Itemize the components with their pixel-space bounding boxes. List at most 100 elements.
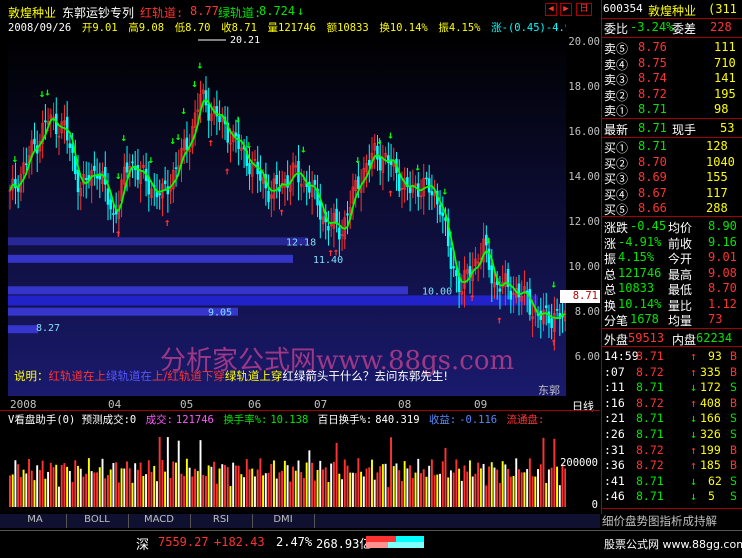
ohlc-low: 低8.70 xyxy=(174,22,211,34)
stat-value: 8.90 xyxy=(708,219,737,233)
price-tick: 8.00 xyxy=(574,306,600,318)
volume-bar xyxy=(169,478,172,507)
volume-bar xyxy=(349,472,352,507)
candle-body xyxy=(207,104,210,121)
volume-bar xyxy=(161,460,164,507)
vol-deal-value: 121746 xyxy=(175,414,214,426)
up-arrow-icon: ↑ xyxy=(690,364,697,379)
ohlc-amplitude: 振4.15% xyxy=(438,22,481,34)
volume-bar xyxy=(556,466,559,507)
volume-chart[interactable] xyxy=(8,427,566,507)
vol-turnover-label: 换手率%: xyxy=(223,414,268,426)
candle-body xyxy=(319,200,322,220)
price-tick: 18.00 xyxy=(568,81,600,93)
bid-volume: 1040 xyxy=(706,154,735,169)
period-label[interactable]: 日线 xyxy=(566,398,600,413)
last-price: 8.71 xyxy=(638,121,667,135)
tab-ma[interactable]: MA xyxy=(4,514,67,528)
tab-rsi[interactable]: RSI xyxy=(190,514,253,528)
tab-dmi[interactable]: DMI xyxy=(252,514,315,528)
quote-row: 换 10.14% 量比 1.12 xyxy=(602,297,742,313)
bid-volume: 128 xyxy=(706,139,728,153)
volume-bar xyxy=(330,463,333,507)
tab-macd[interactable]: MACD xyxy=(128,514,191,528)
candle-body xyxy=(367,159,371,166)
tick-price: 8.72 xyxy=(636,364,664,379)
volume-bar xyxy=(335,442,338,507)
ohlc-change: 涨-(0.45)-4.9 xyxy=(491,22,566,34)
candle-body xyxy=(430,191,434,196)
candle-body xyxy=(174,167,178,169)
volume-bar xyxy=(145,474,148,507)
volume-bar xyxy=(57,486,60,507)
volume-bar xyxy=(357,458,360,507)
buy-signal-arrow: ↓ xyxy=(387,129,394,142)
volume-bar xyxy=(477,462,480,507)
tick-time: :36 xyxy=(604,458,625,473)
volume-bar xyxy=(520,472,523,507)
volume-bar xyxy=(294,470,297,507)
buy-signal-arrow: ↓ xyxy=(376,134,383,147)
candle-body xyxy=(544,305,548,308)
volume-bar xyxy=(142,475,145,507)
stat-value: 121746 xyxy=(618,265,662,280)
hand-label: 现手 xyxy=(672,123,697,137)
volume-bar xyxy=(504,464,507,507)
volume-bar xyxy=(52,467,55,507)
tab-boll[interactable]: BOLL xyxy=(66,514,129,528)
volume-bar xyxy=(319,460,322,507)
candle-body xyxy=(237,134,240,150)
stat-value: 10833 xyxy=(618,281,655,295)
volume-bar xyxy=(251,468,254,507)
indicator-name[interactable]: 东郭运钞专列 xyxy=(62,4,134,21)
candle-body xyxy=(397,173,401,192)
candle-body xyxy=(93,165,96,171)
hand-value: 53 xyxy=(720,121,735,135)
desc-prefix: 说明： xyxy=(14,369,49,383)
tick-row: :41 8.71 62 S ↓ xyxy=(602,474,742,489)
buy-signal-arrow: ↓ xyxy=(300,143,307,156)
candle-body xyxy=(267,190,270,202)
tick-flag: B xyxy=(730,364,737,379)
sell-signal-arrow: ↑ xyxy=(550,335,557,348)
tick-row: :16 8.72 408 B ↑ xyxy=(602,396,742,411)
scroll-left-icon[interactable]: ◀ xyxy=(545,3,557,16)
stat-value: 9.01 xyxy=(708,250,737,264)
buy-signal-arrow: ↓ xyxy=(550,277,557,290)
volume-bar xyxy=(175,462,177,507)
volume-bar xyxy=(11,474,14,507)
calendar-icon[interactable]: 日 xyxy=(576,3,592,16)
corner-label: 东郭 xyxy=(538,384,560,397)
tick-flag: S xyxy=(730,489,737,504)
tick-time: 14:59 xyxy=(604,349,639,363)
market-amount: 268.93亿 xyxy=(316,537,372,551)
volume-bar xyxy=(471,476,474,507)
tick-row: :31 8.72 199 B ↑ xyxy=(602,443,742,458)
quote-panel: 600354 敦煌种业 (311 委比 -3.24% 委差 228 卖⑤ 8.76… xyxy=(601,0,742,514)
candle-body xyxy=(297,160,300,183)
scroll-right-icon[interactable]: ▶ xyxy=(560,3,572,16)
ask-price: 8.76 xyxy=(638,40,667,54)
volume-bar xyxy=(460,480,463,507)
volume-bar xyxy=(248,469,251,507)
tick-flag: S xyxy=(730,473,737,488)
tick-price: 8.71 xyxy=(636,349,664,363)
candle-body xyxy=(76,169,80,193)
site-credit[interactable]: 股票公式网 www.88gg.com xyxy=(604,536,742,552)
volume-bar xyxy=(71,482,74,507)
vol-indicator-name[interactable]: V看盘助手(0) 预测成交:0 xyxy=(8,414,136,426)
buy-signal-arrow: ↓ xyxy=(175,130,182,143)
volume-bar xyxy=(531,476,534,507)
quote-bottom-tabs[interactable]: 细价盘势图指析成持解 xyxy=(602,513,742,529)
volume-bar xyxy=(463,465,466,507)
green-track-label: 绿轨道: xyxy=(218,6,262,20)
stat-label: 均量 xyxy=(668,314,693,328)
volume-bar xyxy=(131,482,134,507)
volume-bar xyxy=(558,485,561,507)
volume-bar xyxy=(466,471,469,507)
volume-bar xyxy=(433,475,436,507)
volume-bar xyxy=(74,460,77,507)
tick-volume: 185 xyxy=(700,458,721,473)
desc-yellow: 绿轨道上穿 xyxy=(224,369,283,383)
price-tick: 6.00 xyxy=(574,351,600,363)
